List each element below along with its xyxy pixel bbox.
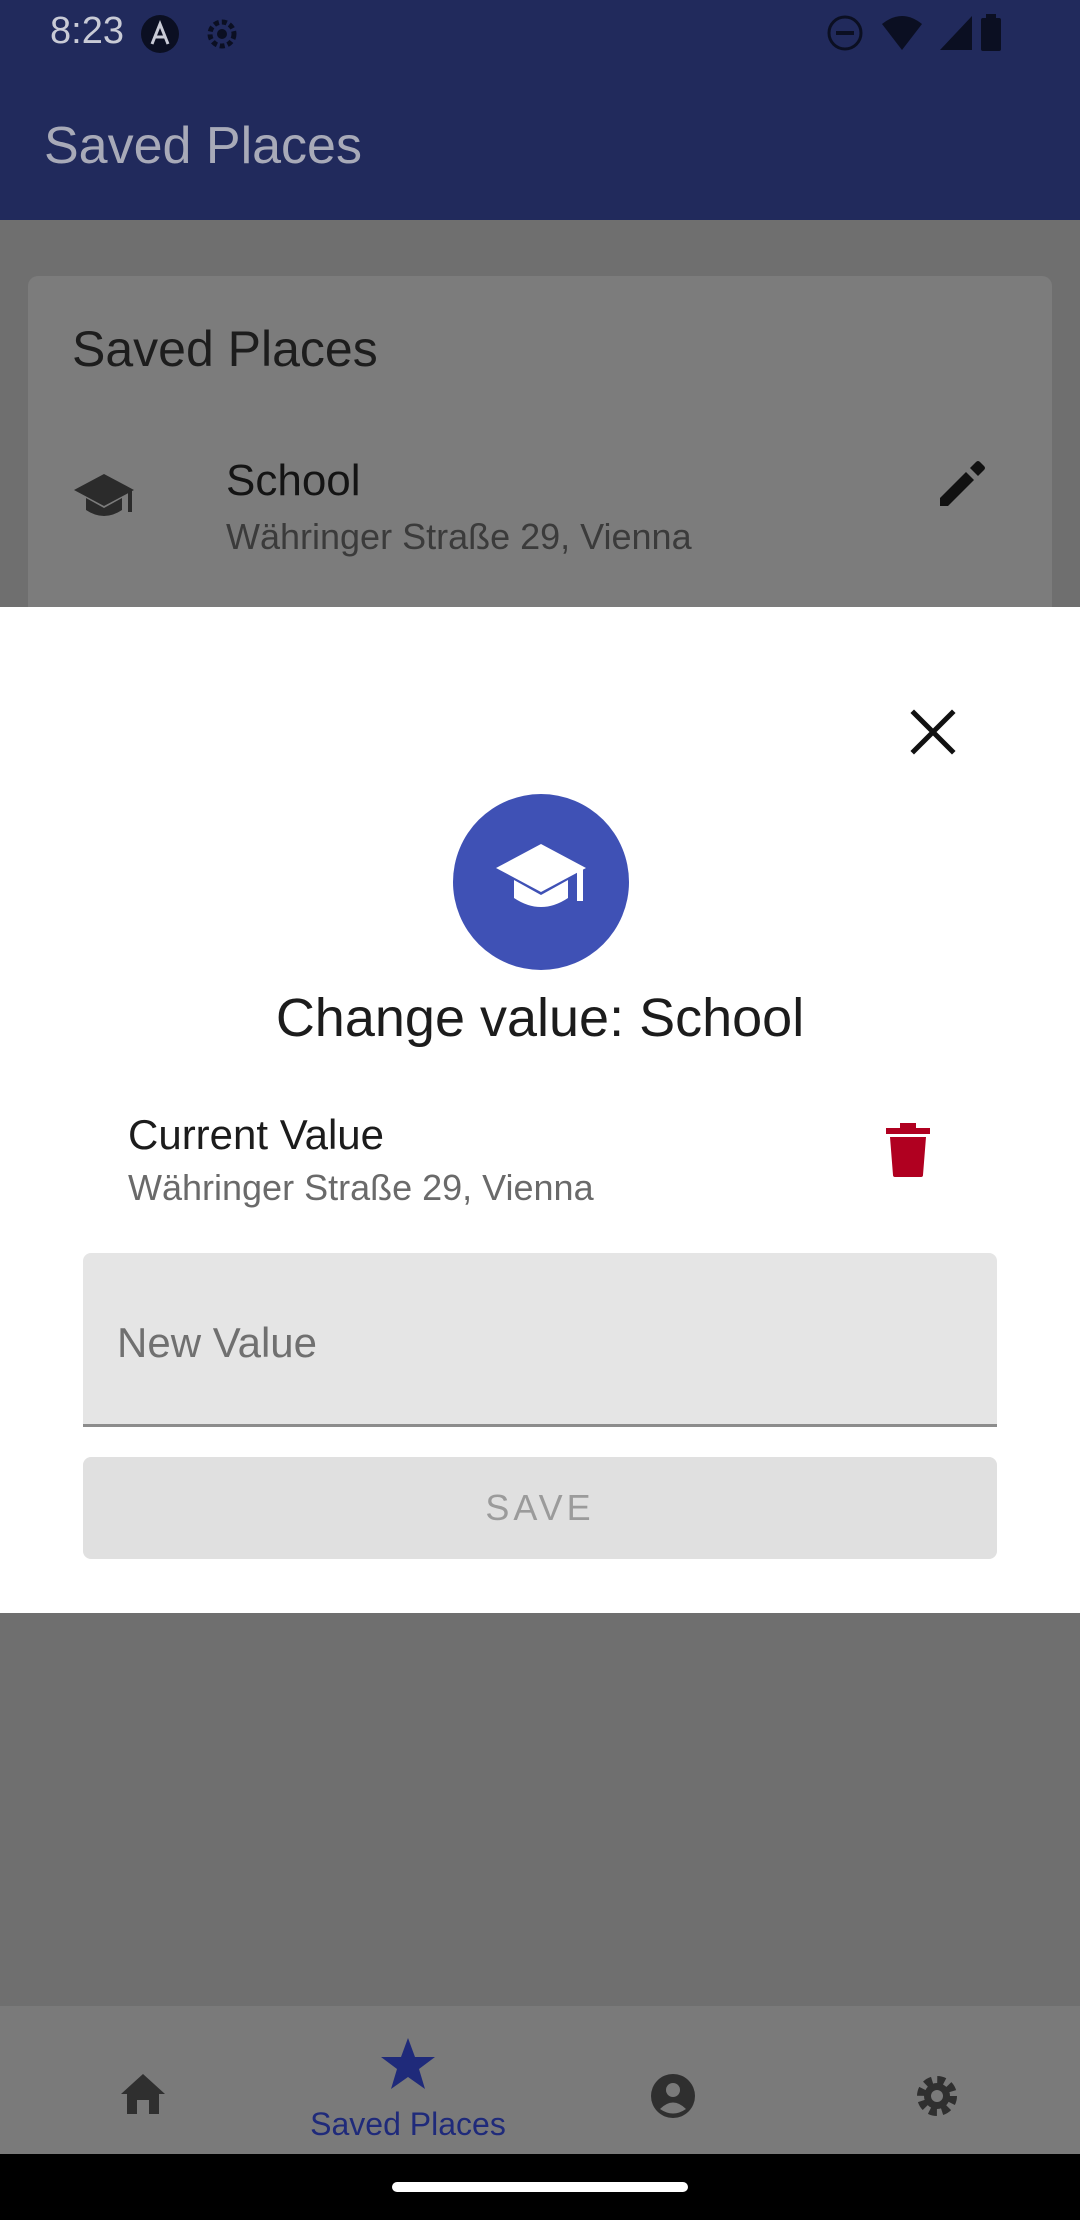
status-bar: 8:23: [0, 0, 1080, 66]
current-value-text: Währinger Straße 29, Vienna: [128, 1167, 594, 1208]
saved-places-card: Saved Places School Währinger Straße 29,…: [28, 276, 1052, 636]
account-icon: [649, 2072, 697, 2125]
current-value-label: Current Value: [128, 1111, 385, 1158]
app-bar-title: Saved Places: [44, 117, 362, 175]
signal-icon: [938, 14, 974, 57]
battery-icon: [980, 14, 1002, 57]
app-a-icon: [140, 14, 180, 59]
home-gesture-handle[interactable]: [392, 2182, 688, 2192]
close-icon[interactable]: [904, 703, 962, 761]
bottom-navigation: Saved Places: [0, 2006, 1080, 2154]
place-address: Währinger Straße 29, Vienna: [226, 516, 692, 557]
edit-icon[interactable]: [934, 456, 990, 517]
new-value-input[interactable]: New Value: [83, 1253, 997, 1427]
nav-item-saved-places[interactable]: Saved Places: [273, 2006, 543, 2154]
change-value-sheet: Change value: School Current Value Währi…: [0, 607, 1080, 1613]
school-icon: [493, 838, 589, 927]
school-icon: [72, 470, 136, 531]
status-time: 8:23: [50, 10, 124, 52]
list-item[interactable]: School Währinger Straße 29, Vienna: [28, 456, 1052, 606]
place-name: School: [226, 456, 361, 505]
gear-icon: [202, 14, 242, 59]
save-button-label: SAVE: [485, 1487, 595, 1528]
nav-item-settings[interactable]: [802, 2006, 1072, 2154]
gesture-bar: [0, 2154, 1080, 2220]
wifi-icon: [880, 14, 924, 57]
nav-label-saved-places: Saved Places: [310, 2106, 506, 2142]
card-title: Saved Places: [72, 321, 378, 377]
delete-icon[interactable]: [886, 1123, 930, 1177]
star-icon: [379, 2036, 437, 2097]
school-avatar: [453, 794, 629, 970]
do-not-disturb-icon: [826, 14, 864, 57]
nav-item-account[interactable]: [538, 2006, 808, 2154]
home-icon: [119, 2072, 167, 2121]
sheet-title: Change value: School: [275, 988, 805, 1048]
nav-item-home[interactable]: [8, 2006, 278, 2154]
new-value-placeholder: New Value: [117, 1319, 317, 1366]
app-bar: Saved Places: [0, 66, 1080, 220]
settings-icon: [913, 2072, 961, 2125]
save-button[interactable]: SAVE: [83, 1457, 997, 1559]
